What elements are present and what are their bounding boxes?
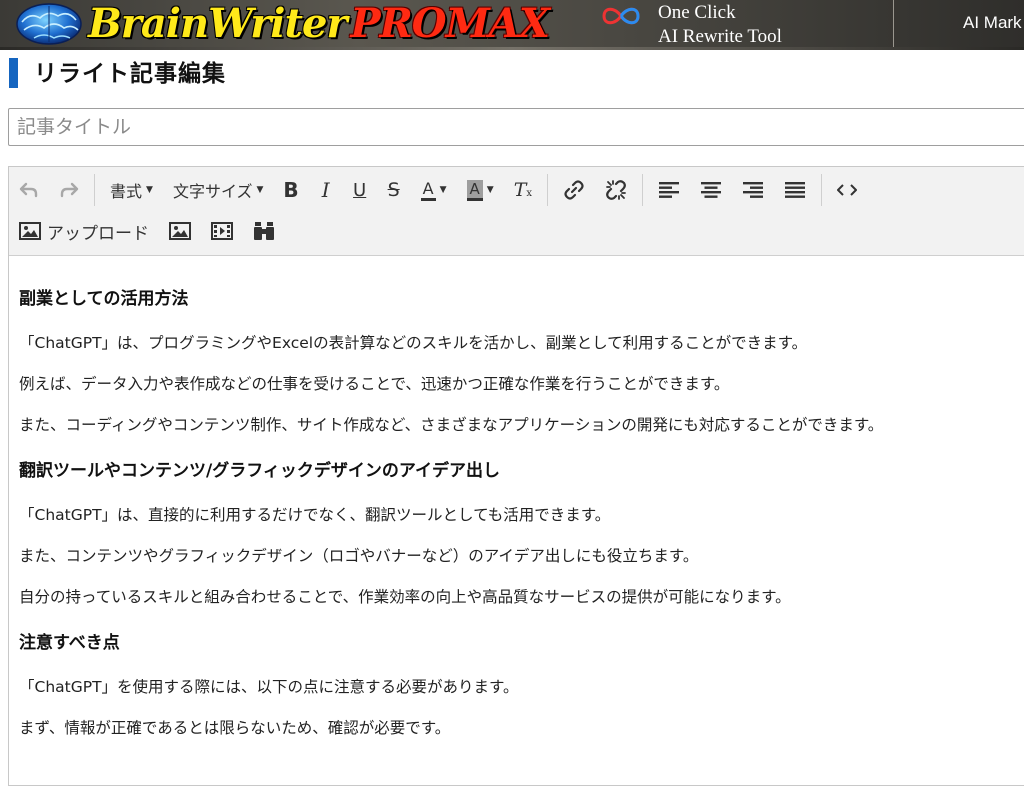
rich-text-editor: 書式 ▼ 文字サイズ ▼ B I U S A ▼ A ▼ Tx アップロード 副… (8, 166, 1024, 786)
caret-down-icon: ▼ (146, 185, 153, 195)
toolbar-row-1: 書式 ▼ 文字サイズ ▼ B I U S A ▼ A ▼ Tx (9, 170, 867, 210)
editor-content[interactable]: 副業としての活用方法「ChatGPT」は、プログラミングやExcelの表計算など… (9, 256, 1024, 738)
link-button[interactable] (555, 174, 593, 206)
section-heading: 副業としての活用方法 (19, 289, 189, 309)
italic-icon: I (321, 178, 330, 202)
upload-image-icon (19, 222, 41, 240)
brain-logo-icon (16, 3, 82, 45)
unlink-icon (606, 180, 626, 200)
align-justify-icon (785, 182, 806, 198)
clear-format-button[interactable]: Tx (506, 174, 540, 206)
infinity-icon (602, 7, 640, 25)
paragraph: 「ChatGPT」は、直接的に利用するだけでなく、翻訳ツールとしても活用できます… (19, 506, 611, 524)
brand-main-text: BrainWriter (88, 0, 347, 47)
tagline-line2: AI Rewrite Tool (658, 26, 782, 47)
text-color-icon: A (420, 179, 436, 201)
strikethrough-button[interactable]: S (379, 174, 409, 206)
toolbar-row-2: アップロード (9, 211, 285, 251)
caret-down-icon: ▼ (486, 185, 494, 195)
paragraph: 「ChatGPT」を使用する際には、以下の点に注意する必要があります。 (19, 678, 519, 696)
tagline-line1: One Click (658, 2, 736, 23)
section-heading: 注意すべき点 (19, 633, 120, 653)
header-divider (893, 0, 894, 50)
underline-icon: U (353, 179, 367, 201)
align-justify-button[interactable] (776, 174, 814, 206)
clear-format-icon: Tx (513, 179, 533, 201)
font-size-dropdown[interactable]: 文字サイズ ▼ (165, 174, 271, 206)
caret-down-icon: ▼ (256, 185, 264, 195)
strikethrough-icon: S (387, 179, 400, 201)
upload-label: アップロード (47, 223, 149, 244)
brand-wordmark: BrainWriter PROMAX (88, 0, 550, 50)
caret-down-icon: ▼ (439, 185, 447, 195)
nav-ai-mark[interactable]: AI Mark (963, 13, 1022, 33)
toolbar-separator (821, 174, 823, 206)
format-dropdown[interactable]: 書式 ▼ (102, 174, 161, 206)
tagline: One Click AI Rewrite Tool (658, 1, 782, 49)
editor-toolbar: 書式 ▼ 文字サイズ ▼ B I U S A ▼ A ▼ Tx アップロード (9, 167, 1024, 256)
insert-video-button[interactable] (203, 215, 241, 247)
paragraph: また、コーディングやコンテンツ制作、サイト作成など、さまざまなアプリケーションの… (19, 416, 884, 434)
align-left-icon (659, 182, 680, 198)
bold-icon: B (283, 178, 299, 202)
find-button[interactable] (245, 215, 283, 247)
brand-promax-text: PROMAX (350, 0, 550, 47)
align-center-icon (701, 182, 722, 198)
unlink-button[interactable] (597, 174, 635, 206)
underline-button[interactable]: U (345, 174, 375, 206)
align-right-button[interactable] (734, 174, 772, 206)
code-view-button[interactable] (829, 174, 865, 206)
link-icon (564, 180, 584, 200)
bold-button[interactable]: B (275, 174, 306, 206)
toolbar-separator (547, 174, 549, 206)
video-icon (211, 222, 233, 240)
highlight-color-button[interactable]: A ▼ (459, 174, 502, 206)
highlight-color-icon: A (466, 179, 483, 201)
insert-image-button[interactable] (161, 215, 199, 247)
upload-button[interactable]: アップロード (11, 215, 157, 247)
section-heading: 翻訳ツールやコンテンツ/グラフィックデザインのアイデア出し (19, 461, 501, 481)
align-center-button[interactable] (692, 174, 730, 206)
font-size-dropdown-label: 文字サイズ (172, 182, 253, 201)
undo-button[interactable] (11, 174, 47, 206)
italic-button[interactable]: I (311, 174, 341, 206)
paragraph: また、コンテンツやグラフィックデザイン（ロゴやバナーなど）のアイデア出しにも役立… (19, 547, 699, 565)
toolbar-separator (94, 174, 95, 206)
paragraph: 「ChatGPT」は、プログラミングやExcelの表計算などのスキルを活かし、副… (19, 334, 808, 352)
image-icon (169, 222, 191, 240)
page-title-section: リライト記事編集 (0, 50, 1024, 96)
binoculars-icon (254, 222, 274, 240)
align-left-button[interactable] (650, 174, 688, 206)
page-title: リライト記事編集 (34, 61, 226, 87)
title-accent-bar (9, 58, 18, 88)
align-right-icon (743, 182, 764, 198)
redo-icon (60, 182, 79, 198)
article-title-input[interactable] (8, 108, 1024, 146)
format-dropdown-label: 書式 (110, 182, 143, 201)
toolbar-separator (642, 174, 644, 206)
undo-icon (19, 182, 38, 198)
text-color-button[interactable]: A ▼ (413, 174, 455, 206)
code-view-icon (837, 184, 858, 196)
redo-button[interactable] (51, 174, 87, 206)
paragraph: まず、情報が正確であるとは限らないため、確認が必要です。 (19, 719, 451, 737)
app-header: BrainWriter PROMAX One Click AI Rewrite T… (0, 0, 1024, 50)
paragraph: 自分の持っているスキルと組み合わせることで、作業効率の向上や高品質なサービスの提… (19, 588, 791, 606)
paragraph: 例えば、データ入力や表作成などの仕事を受けることで、迅速かつ正確な作業を行うこと… (19, 375, 730, 393)
